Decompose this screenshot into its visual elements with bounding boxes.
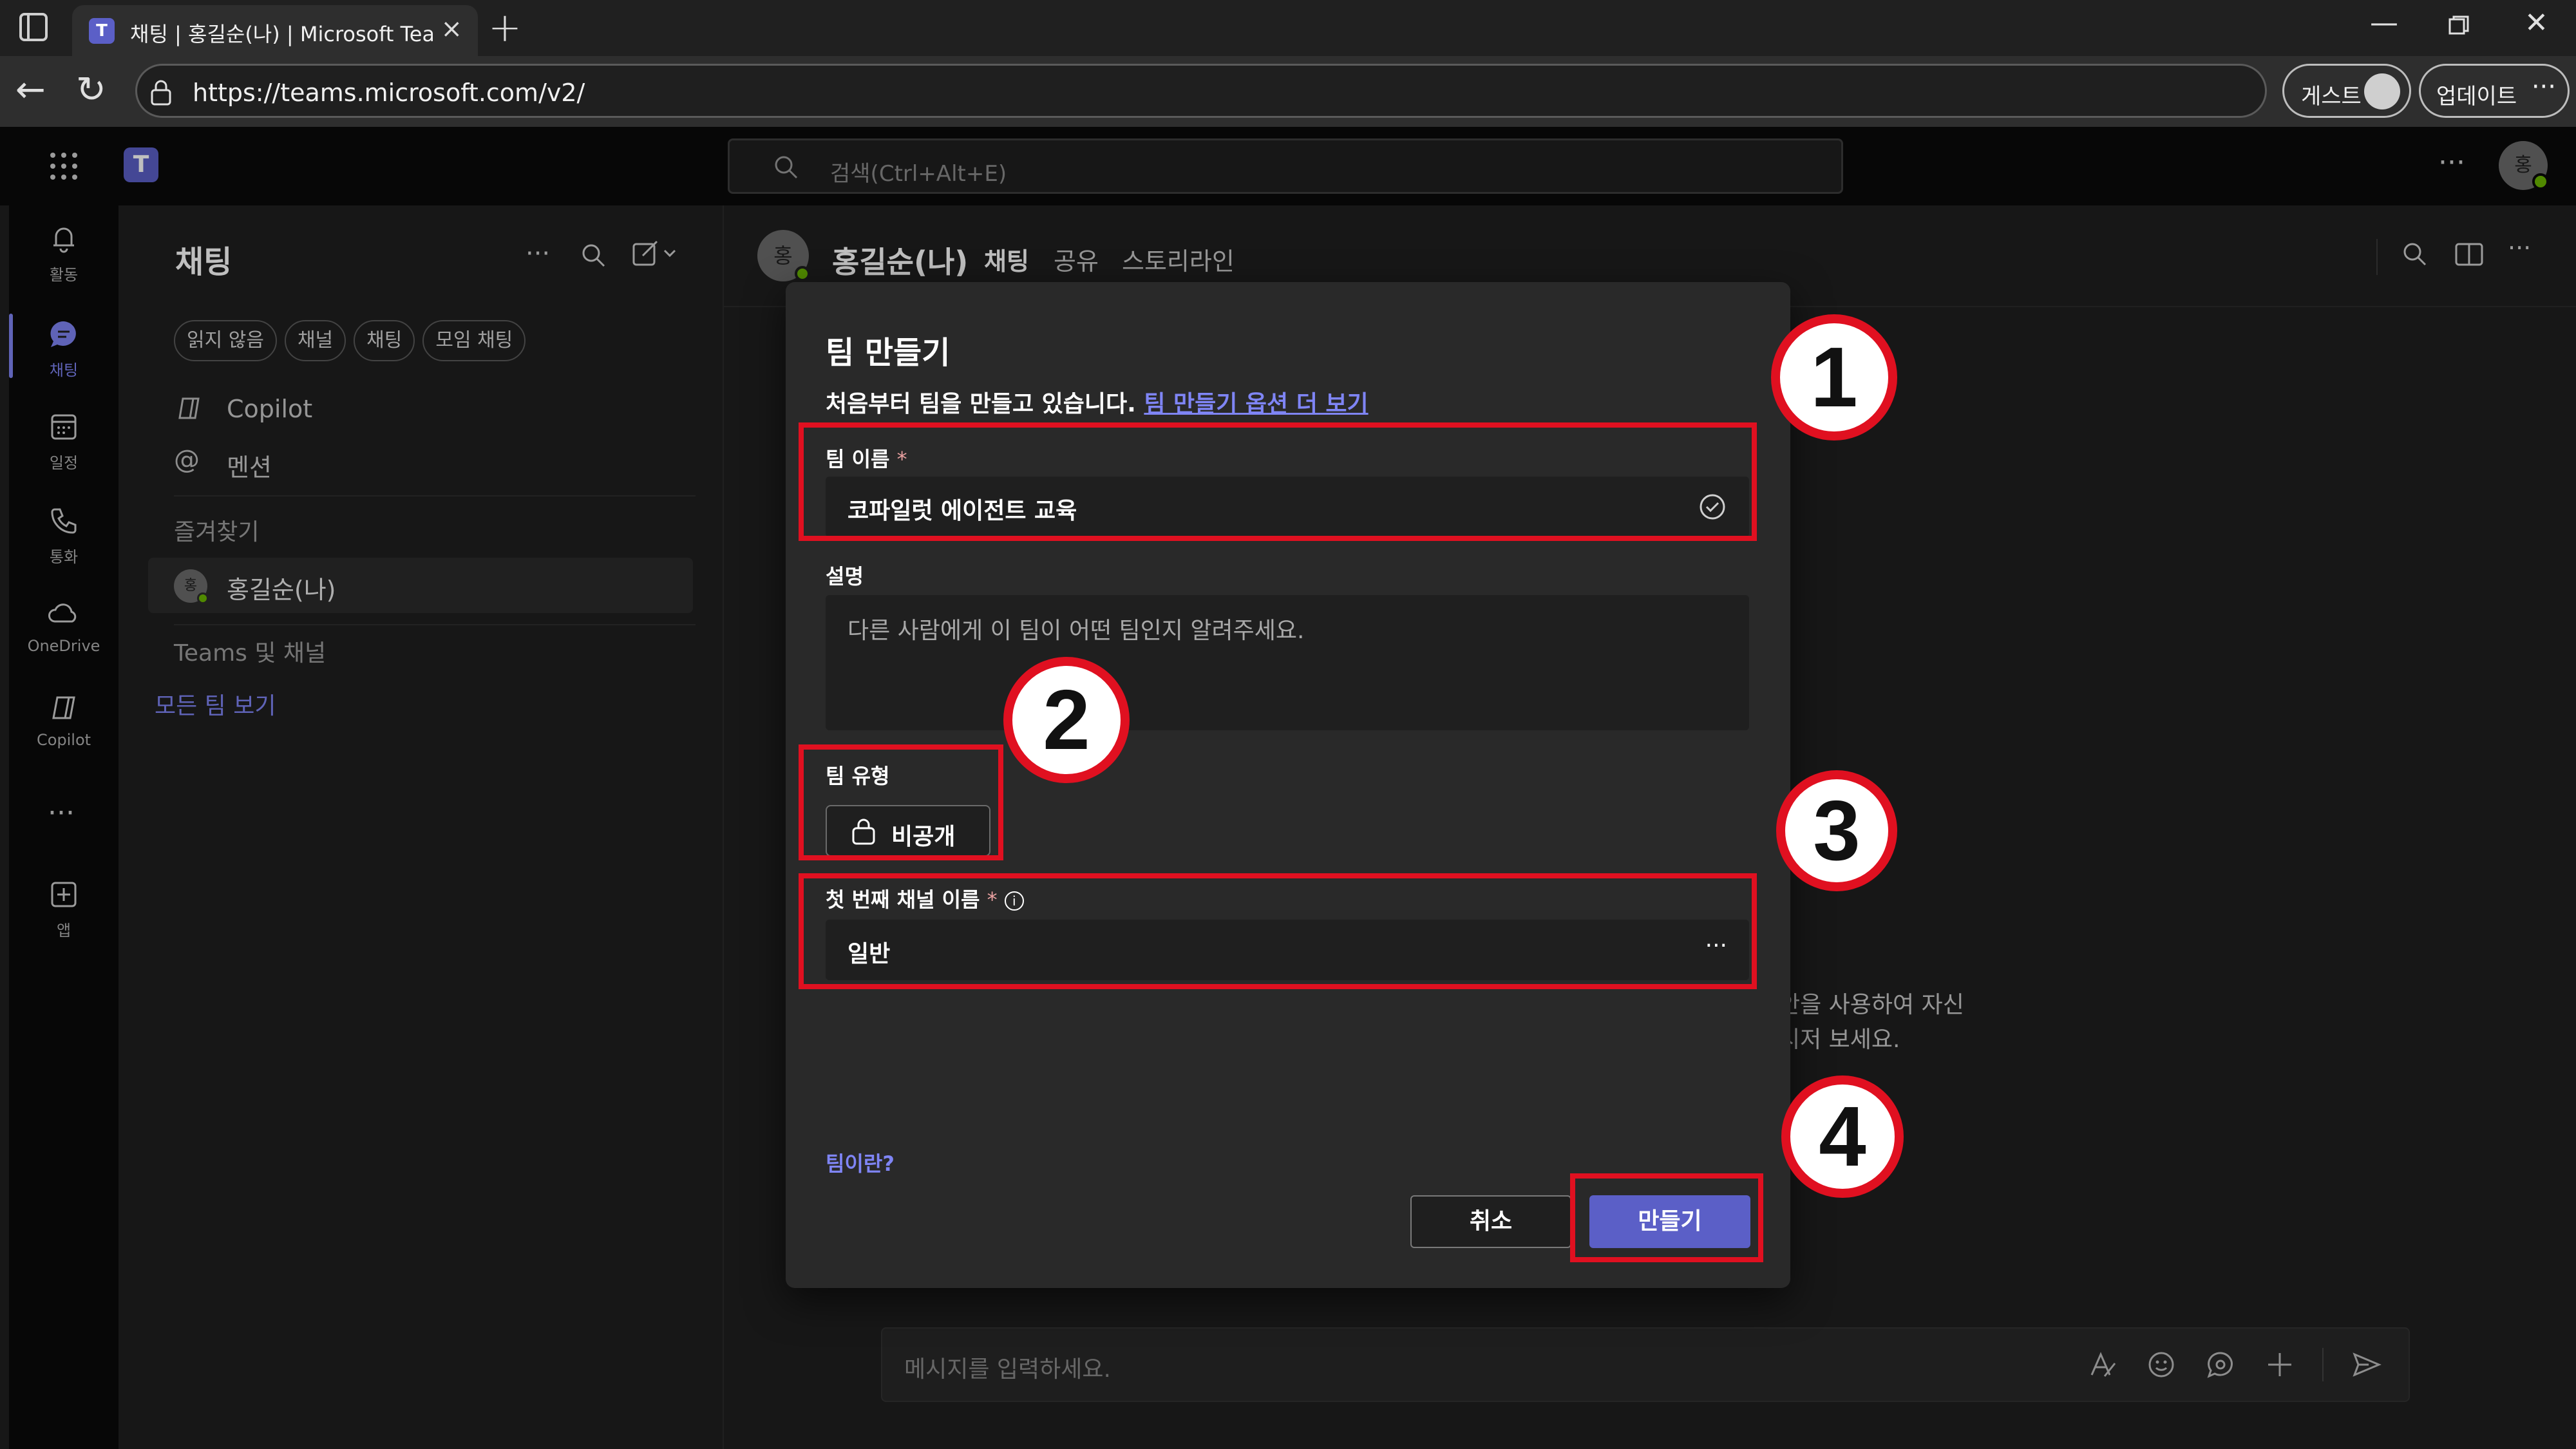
description-label: 설명 [826,564,864,589]
cancel-button[interactable]: 취소 [1410,1195,1571,1248]
minimize-icon[interactable]: — [2370,6,2398,39]
dialog-title: 팀 만들기 [826,335,951,371]
annotation-box-team-type [799,744,1003,860]
refresh-icon[interactable]: ↻ [76,69,106,111]
sidebar-toggle-icon[interactable] [19,13,48,41]
dialog-subtitle: 처음부터 팀을 만들고 있습니다. 팀 만들기 옵션 더 보기 [826,385,1368,419]
description-input[interactable]: 다른 사람에게 이 팀이 어떤 팀인지 알려주세요. [826,595,1749,730]
annotation-badge-2: 2 [1003,657,1130,783]
guest-label: 게스트 [2301,84,2362,109]
guest-avatar-icon [2364,73,2400,109]
update-label: 업데이트 [2436,84,2517,109]
browser-tab-active[interactable]: T 채팅 | 홍길순(나) | Microsoft Teams × [72,5,478,56]
back-icon[interactable]: ← [15,69,46,111]
annotation-box-first-channel [799,873,1757,989]
teams-favicon-icon: T [89,18,115,44]
dialog-subtitle-text: 처음부터 팀을 만들고 있습니다. [826,391,1136,417]
annotation-badge-1: 1 [1771,314,1897,440]
description-placeholder: 다른 사람에게 이 팀이 어떤 팀인지 알려주세요. [848,618,1305,644]
restore-icon[interactable] [2447,12,2470,44]
new-tab-icon[interactable]: + [488,4,522,51]
browser-more-icon[interactable]: ··· [2532,72,2556,102]
annotation-badge-4: 4 [1781,1075,1904,1198]
guest-profile-button[interactable]: 게스트 [2282,64,2411,118]
lock-icon [151,80,171,106]
what-is-team-link[interactable]: 팀이란? [826,1148,895,1177]
annotation-badge-3: 3 [1776,770,1897,891]
browser-tab-bar: T 채팅 | 홍길순(나) | Microsoft Teams × + — ✕ [0,0,2576,56]
address-bar-row: ← ↻ https://teams.microsoft.com/v2/ 게스트 … [0,56,2576,127]
annotation-box-team-name [799,422,1757,541]
url-text: https://teams.microsoft.com/v2/ [193,79,585,107]
update-button[interactable]: 업데이트 ··· [2419,64,2570,118]
close-window-icon[interactable]: ✕ [2524,6,2548,39]
annotation-box-create-button [1570,1173,1763,1262]
tab-title: 채팅 | 홍길순(나) | Microsoft Teams [130,22,433,46]
tab-close-icon[interactable]: × [440,14,462,44]
more-team-options-link[interactable]: 팀 만들기 옵션 더 보기 [1144,391,1368,417]
address-input[interactable]: https://teams.microsoft.com/v2/ [135,64,2267,118]
